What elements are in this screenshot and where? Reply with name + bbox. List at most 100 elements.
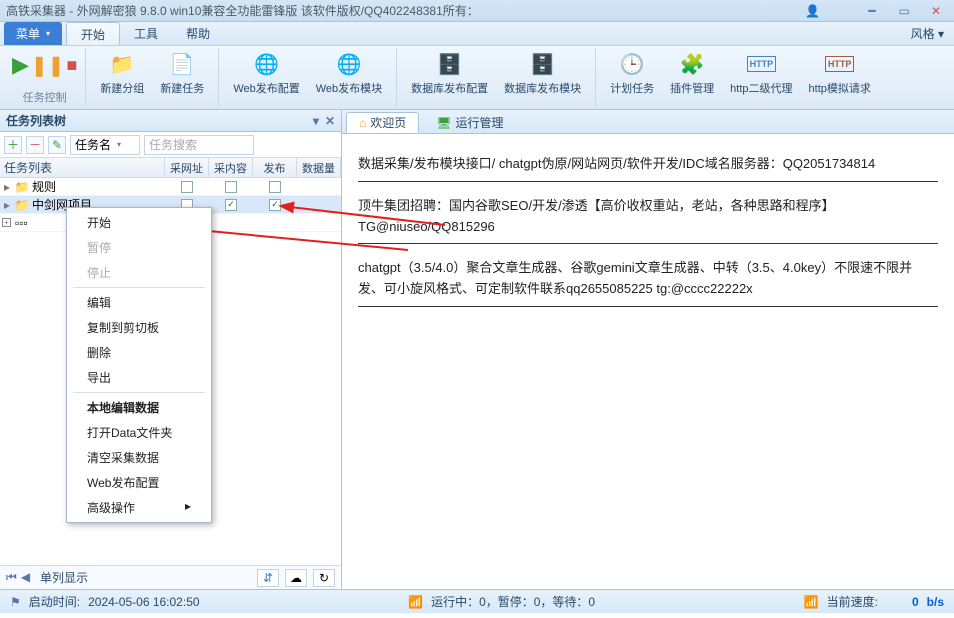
monitor-icon: 🖥 — [436, 116, 451, 130]
globe-module-icon: 🌐 — [335, 50, 363, 78]
ctx-delete[interactable]: 删除 — [69, 340, 209, 365]
pane-close-icon[interactable]: ✕ — [325, 114, 335, 128]
ctx-pause: 暂停 — [69, 235, 209, 260]
ctx-local-edit[interactable]: 本地编辑数据 — [69, 395, 209, 420]
stop-icon[interactable]: ■ — [66, 55, 77, 76]
stats-icon: 📶 — [408, 595, 423, 609]
left-bottom-bar: ⏮ ◀ 单列显示 ⇵ ☁ ↻ — [0, 565, 341, 589]
search-input[interactable]: 任务搜索 — [144, 135, 254, 155]
http-proxy-button[interactable]: HTTPhttp二级代理 — [724, 48, 798, 98]
running-stats: 运行中：0，暂停：0，等待：0 — [431, 593, 595, 610]
context-menu: 开始 暂停 停止 编辑 复制到剪切板 删除 导出 本地编辑数据 打开Data文件… — [66, 207, 212, 523]
add-button[interactable]: ＋ — [4, 136, 22, 154]
start-time-label: 启动时间: — [29, 593, 80, 610]
display-mode-label: 单列显示 — [40, 569, 88, 586]
ctx-advanced[interactable]: 高级操作▸ — [69, 495, 209, 520]
style-menu[interactable]: 风格 ▾ — [905, 22, 950, 45]
cloud-icon[interactable]: ☁ — [285, 569, 307, 587]
ctx-web-config[interactable]: Web发布配置 — [69, 470, 209, 495]
title-bar: 高铁采集器 - 外网解密狼 9.8.0 win10兼容全功能雷锋版 该软件版权/… — [0, 0, 954, 22]
content-line: chatgpt（3.5/4.0）聚合文章生成器、谷歌gemini文章生成器、中转… — [358, 258, 938, 300]
refresh-icon[interactable]: ↻ — [313, 569, 335, 587]
ribbon: ▶ ❚❚ ■ 任务控制 📁新建分组 📄新建任务 🌐Web发布配置 🌐Web发布模… — [0, 46, 954, 110]
web-publish-module-button[interactable]: 🌐Web发布模块 — [310, 48, 388, 98]
col-publish[interactable]: 发布 — [253, 158, 297, 177]
folder-icon: 📁 — [108, 50, 136, 78]
pause-icon[interactable]: ❚❚ — [31, 53, 65, 78]
ctx-copy[interactable]: 复制到剪切板 — [69, 315, 209, 340]
table-row[interactable]: ▸ 📁 规则 — [0, 178, 341, 196]
ribbon-group-new: 📁新建分组 📄新建任务 — [86, 48, 219, 107]
speed-unit: b/s — [927, 595, 944, 609]
folder-row-icon: 📁 — [14, 180, 30, 194]
tab-tools[interactable]: 工具 — [120, 22, 172, 45]
main-menu-button[interactable]: 菜单 — [4, 22, 62, 45]
first-icon[interactable]: ⏮ — [6, 570, 17, 585]
checkbox[interactable] — [225, 181, 237, 193]
pane-dropdown-icon[interactable]: ▾ — [313, 114, 319, 128]
edit-button[interactable]: ✎ — [48, 136, 66, 154]
minimize-button[interactable]: ━ — [860, 3, 884, 19]
plugin-manager-button[interactable]: 🧩插件管理 — [664, 48, 720, 98]
signal-icon: 📶 — [804, 595, 819, 609]
database-gear-icon: 🗄️ — [436, 50, 464, 78]
ctx-start[interactable]: 开始 — [69, 210, 209, 235]
task-tree-toolbar: ＋ － ✎ 任务名 任务搜索 — [0, 132, 341, 158]
db-publish-config-button[interactable]: 🗄️数据库发布配置 — [405, 48, 494, 98]
db-publish-module-button[interactable]: 🗄️数据库发布模块 — [498, 48, 587, 98]
app-title: 高铁采集器 - 外网解密狼 9.8.0 win10兼容全功能雷锋版 该软件版权/… — [6, 2, 805, 19]
expand-toggle-icon[interactable]: + — [2, 218, 11, 227]
prev-icon[interactable]: ◀ — [21, 570, 30, 585]
ribbon-group-task-control: ▶ ❚❚ ■ 任务控制 — [4, 48, 86, 107]
play-icon[interactable]: ▶ — [12, 52, 29, 78]
content-line: 顶牛集团招聘：国内谷歌SEO/开发/渗透【高价收权重站，老站，各种思路和程序】T… — [358, 196, 938, 238]
remove-button[interactable]: － — [26, 136, 44, 154]
checkbox[interactable]: ✓ — [225, 199, 237, 211]
tab-help[interactable]: 帮助 — [172, 22, 224, 45]
ribbon-group-db: 🗄️数据库发布配置 🗄️数据库发布模块 — [397, 48, 596, 107]
checkbox[interactable]: ✓ — [269, 199, 281, 211]
clock-icon: 🕒 — [618, 50, 646, 78]
maximize-button[interactable]: ▭ — [892, 3, 916, 19]
expand-icon[interactable]: ▸ — [0, 180, 14, 194]
content-line: 数据采集/发布模块接口/ chatgpt伪原/网站网页/软件开发/IDC域名服务… — [358, 154, 938, 175]
welcome-content: 数据采集/发布模块接口/ chatgpt伪原/网站网页/软件开发/IDC域名服务… — [342, 134, 954, 589]
col-name[interactable]: 任务列表 — [0, 158, 165, 177]
checkbox[interactable] — [181, 181, 193, 193]
tab-run-manage[interactable]: 🖥运行管理 — [423, 112, 516, 133]
ctx-export[interactable]: 导出 — [69, 365, 209, 390]
ctx-stop: 停止 — [69, 260, 209, 285]
expand-icon[interactable]: ▸ — [0, 198, 14, 212]
close-button[interactable]: ✕ — [924, 3, 948, 19]
ribbon-group-misc: 🕒计划任务 🧩插件管理 HTTPhttp二级代理 HTTPhttp模拟请求 — [596, 48, 885, 107]
content-tabs: ⌂欢迎页 🖥运行管理 — [342, 110, 954, 134]
new-group-button[interactable]: 📁新建分组 — [94, 48, 150, 98]
ctx-open-data[interactable]: 打开Data文件夹 — [69, 420, 209, 445]
database-module-icon: 🗄️ — [529, 50, 557, 78]
flag-icon: ⚑ — [10, 595, 21, 609]
user-icon[interactable]: 👤 — [805, 4, 820, 18]
home-icon: ⌂ — [359, 116, 366, 130]
http-mock-button[interactable]: HTTPhttp模拟请求 — [803, 48, 877, 98]
ctx-edit[interactable]: 编辑 — [69, 290, 209, 315]
plan-task-button[interactable]: 🕒计划任务 — [604, 48, 660, 98]
plugin-icon: 🧩 — [678, 50, 706, 78]
tab-welcome[interactable]: ⌂欢迎页 — [346, 112, 419, 133]
ribbon-label-task-control: 任务控制 — [23, 89, 67, 107]
speed-label: 当前速度: — [827, 593, 878, 610]
tree-view-icon[interactable]: ⇵ — [257, 569, 279, 587]
ellipsis-icon: ▫▫▫ — [11, 216, 28, 230]
checkbox[interactable] — [269, 181, 281, 193]
col-content[interactable]: 采内容 — [209, 158, 253, 177]
tab-start[interactable]: 开始 — [66, 22, 120, 45]
globe-gear-icon: 🌐 — [253, 50, 281, 78]
http-mock-icon: HTTP — [826, 50, 854, 78]
filter-select[interactable]: 任务名 — [70, 135, 140, 155]
folder-row-icon: 📁 — [14, 198, 30, 212]
col-url[interactable]: 采网址 — [165, 158, 209, 177]
web-publish-config-button[interactable]: 🌐Web发布配置 — [227, 48, 305, 98]
start-time-value: 2024-05-06 16:02:50 — [88, 595, 199, 609]
col-count[interactable]: 数据量 — [297, 158, 341, 177]
ctx-clear-data[interactable]: 清空采集数据 — [69, 445, 209, 470]
new-task-button[interactable]: 📄新建任务 — [154, 48, 210, 98]
